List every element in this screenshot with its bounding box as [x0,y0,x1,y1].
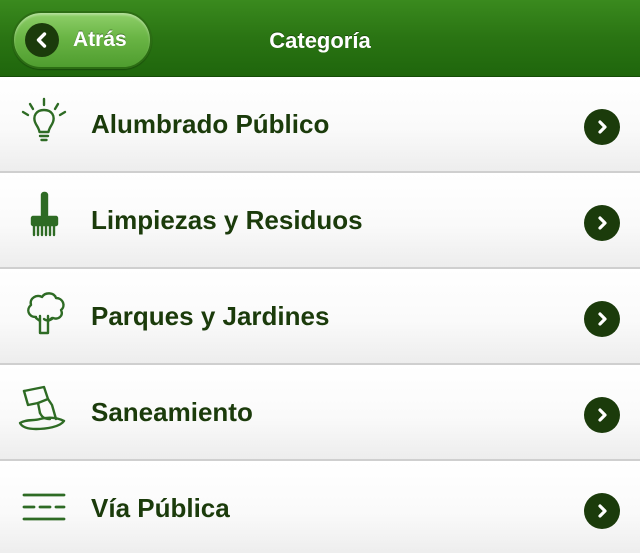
tree-icon [16,287,72,343]
chevron-right-icon [584,397,620,433]
navigation-bar: Atrás Categoría [0,0,640,77]
list-item-label: Alumbrado Público [91,109,330,139]
back-arrow-icon [25,23,59,57]
chevron-right-icon [584,109,620,145]
list-item-via-publica[interactable]: Vía Pública [0,461,640,553]
chevron-right-icon [584,493,620,529]
list-item-parques-y-jardines[interactable]: Parques y Jardines [0,269,640,365]
light-bulb-icon [16,95,72,151]
list-item-alumbrado-publico[interactable]: Alumbrado Público [0,77,640,173]
screen: Atrás Categoría Alumbrado Público Limpie… [0,0,640,553]
sewer-icon [16,383,72,439]
chevron-right-icon [584,301,620,337]
back-button[interactable]: Atrás [12,11,152,69]
road-icon [16,479,72,535]
list-item-label: Vía Pública [91,493,230,523]
chevron-right-icon [584,205,620,241]
list-item-label: Saneamiento [91,397,253,427]
category-list: Alumbrado Público Limpiezas y Residuos P… [0,77,640,553]
back-button-label: Atrás [73,28,127,51]
broom-icon [16,191,72,247]
list-item-limpiezas-y-residuos[interactable]: Limpiezas y Residuos [0,173,640,269]
list-item-label: Parques y Jardines [91,301,330,331]
list-item-label: Limpiezas y Residuos [91,205,363,235]
list-item-saneamiento[interactable]: Saneamiento [0,365,640,461]
